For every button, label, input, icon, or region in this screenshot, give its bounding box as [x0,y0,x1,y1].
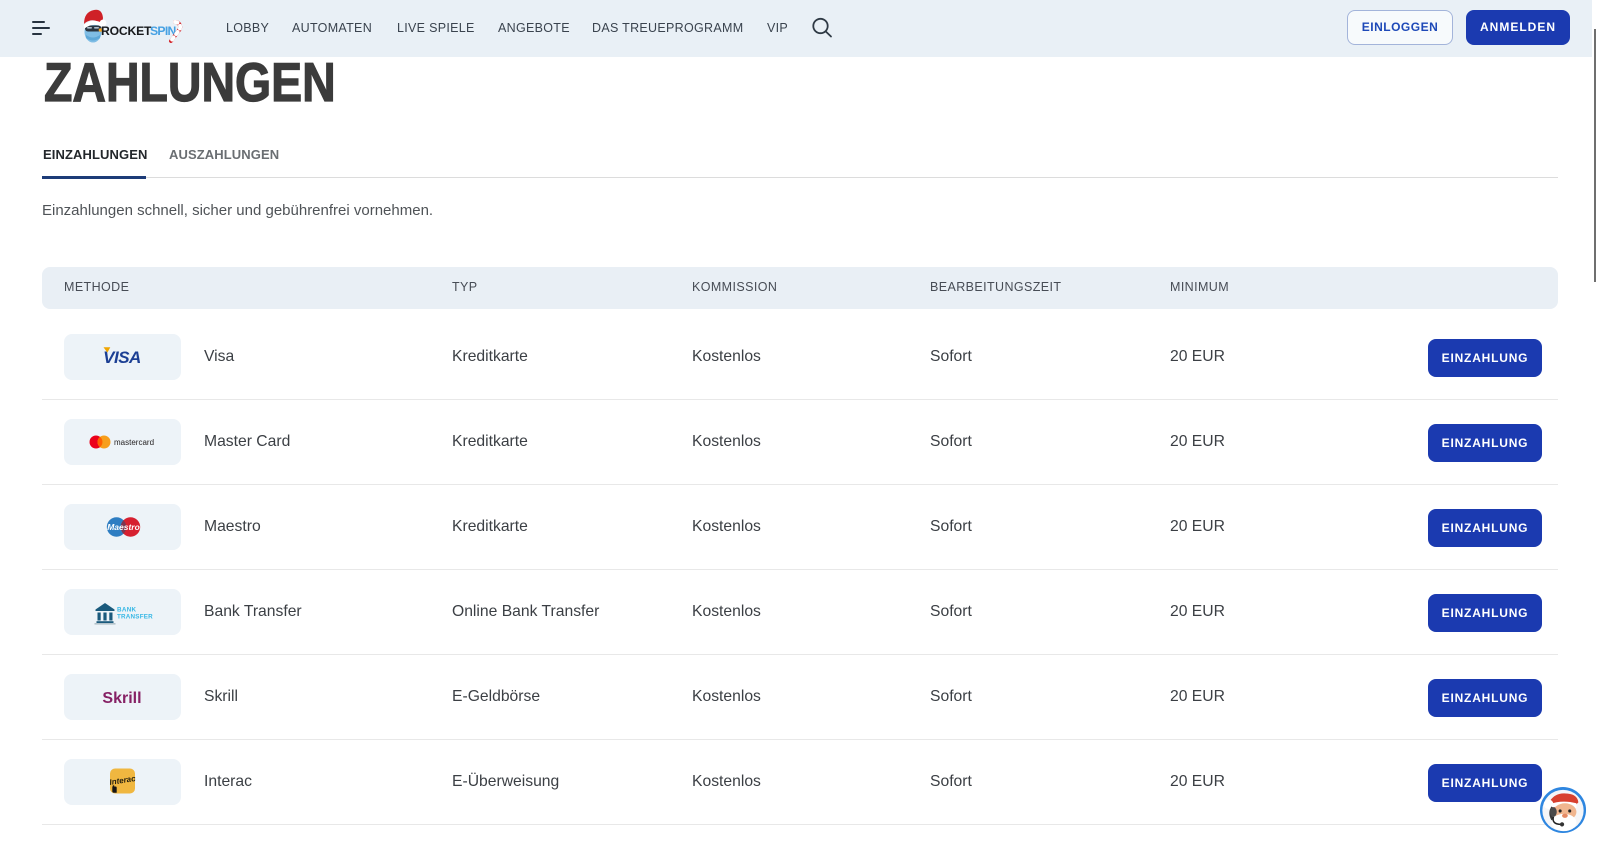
svg-text:VISA: VISA [103,348,141,367]
svg-text:Skrill: Skrill [102,690,141,707]
svg-text:BANK: BANK [117,607,137,614]
svg-text:TRANSFER: TRANSFER [117,614,153,621]
svg-text:mastercard: mastercard [114,438,154,447]
svg-text:SPIN: SPIN [150,24,176,38]
svg-text:Maestro: Maestro [107,522,140,532]
svg-text:ROCKET: ROCKET [101,24,152,38]
